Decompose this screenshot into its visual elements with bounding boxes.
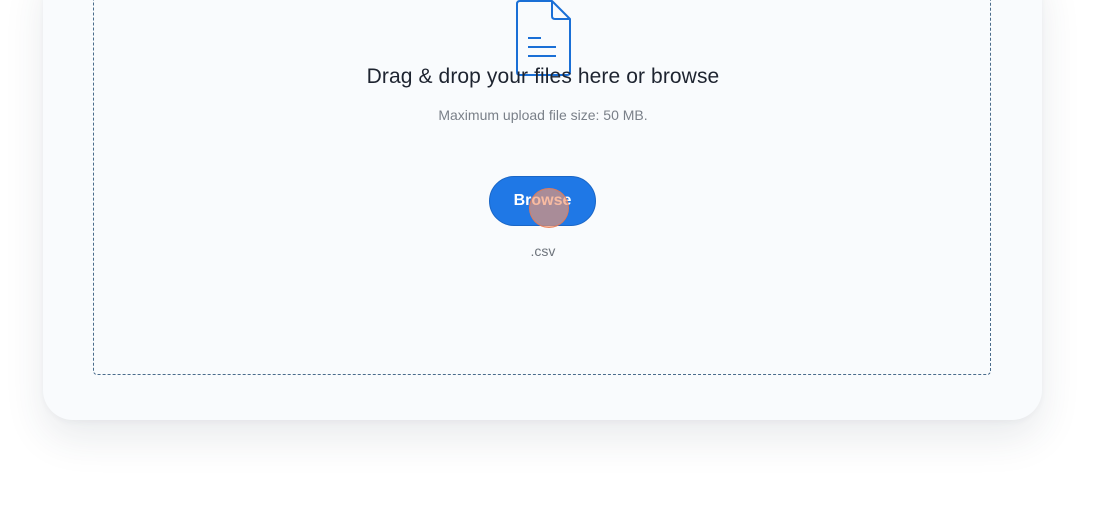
drop-headline: Drag & drop your files here or browse — [366, 65, 720, 88]
upload-card: Drag & drop your files here or browse Ma… — [43, 0, 1042, 420]
browse-button[interactable]: Browse — [489, 176, 596, 226]
page: Drag & drop your files here or browse Ma… — [0, 0, 1111, 521]
drop-zone[interactable]: Drag & drop your files here or browse Ma… — [93, 0, 991, 375]
max-size-note: Maximum upload file size: 50 MB. — [438, 107, 648, 123]
accepted-file-types: .csv — [530, 243, 556, 259]
